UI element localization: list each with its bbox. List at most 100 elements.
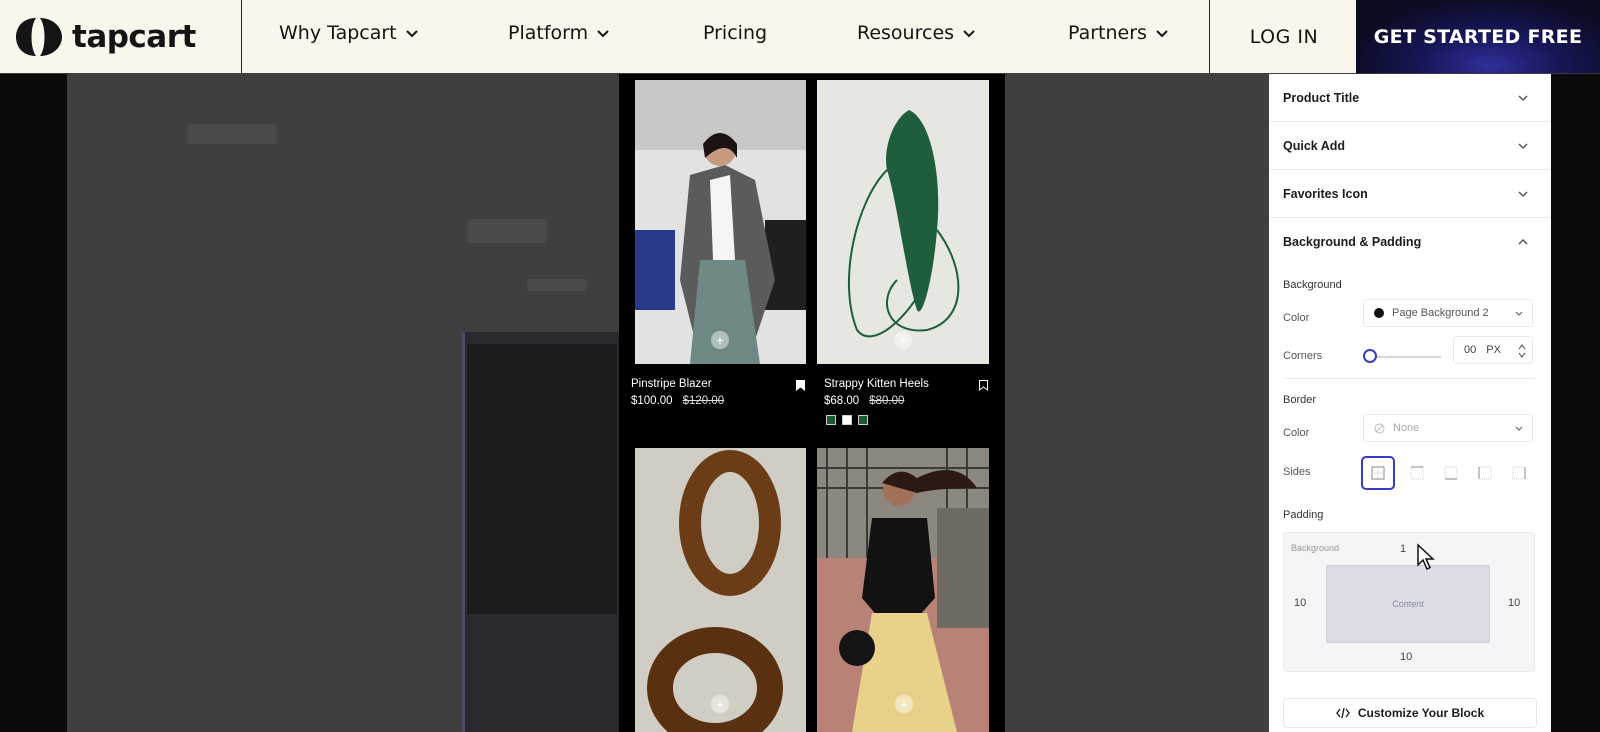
accordion-label: Background & Padding — [1283, 235, 1422, 249]
stepper-icon[interactable] — [1518, 343, 1526, 359]
bookmark-filled-icon[interactable] — [796, 380, 805, 391]
border-left-icon — [1478, 466, 1492, 480]
original-price: $80.00 — [869, 395, 905, 407]
chevron-down-icon — [1515, 311, 1523, 316]
product-image-blazer[interactable]: + — [635, 80, 806, 364]
nav-partners[interactable]: Partners — [1068, 22, 1169, 44]
corners-slider-handle[interactable] — [1363, 349, 1377, 363]
tapcart-logo-icon — [16, 17, 62, 56]
border-right-button[interactable] — [1504, 458, 1534, 488]
login-link[interactable]: LOG IN — [1211, 0, 1357, 73]
padding-content-area: Content — [1326, 565, 1490, 643]
border-color-label: Color — [1283, 427, 1310, 439]
accordion-label: Product Title — [1283, 90, 1360, 105]
border-heading: Border — [1283, 394, 1317, 406]
nav-resources-label: Resources — [857, 22, 955, 44]
border-all-sides-button[interactable] — [1361, 456, 1395, 490]
blurred-element — [527, 279, 587, 291]
chevron-down-icon — [1515, 426, 1523, 431]
nav-partners-label: Partners — [1068, 22, 1147, 44]
nav-why-tapcart[interactable]: Why Tapcart — [279, 22, 419, 44]
padding-heading: Padding — [1283, 509, 1324, 521]
padding-content-label: Content — [1392, 599, 1424, 609]
dimmed-editor-area-right — [1005, 74, 1269, 732]
corners-slider-track[interactable] — [1369, 356, 1441, 358]
border-left-button[interactable] — [1470, 458, 1500, 488]
mouse-cursor-icon — [1417, 543, 1435, 571]
main-menu: Why Tapcart Platform Pricing Resources P… — [242, 0, 1210, 73]
color-swatch-green[interactable] — [858, 415, 868, 425]
product-image-earrings[interactable]: + — [635, 448, 806, 732]
blurred-element — [467, 219, 547, 243]
product-name[interactable]: Strappy Kitten Heels — [824, 378, 929, 390]
none-icon — [1374, 423, 1385, 433]
customize-block-label: Customize Your Block — [1357, 706, 1485, 720]
padding-bottom-input[interactable]: 10 — [1400, 651, 1412, 663]
code-icon — [1336, 708, 1350, 718]
quick-add-icon[interactable]: + — [894, 331, 912, 349]
divider — [1283, 378, 1535, 379]
border-color-select[interactable]: None — [1363, 414, 1533, 442]
quick-add-icon[interactable]: + — [711, 331, 729, 349]
original-price: $120.00 — [682, 395, 725, 407]
quick-add-icon[interactable]: + — [895, 695, 913, 713]
border-sides-label: Sides — [1283, 466, 1311, 478]
border-right-icon — [1512, 466, 1526, 480]
corners-unit: PX — [1486, 344, 1501, 356]
product-image-heels[interactable]: + — [817, 80, 989, 364]
accordion-favorites-icon[interactable]: Favorites Icon — [1269, 170, 1551, 218]
padding-right-input[interactable]: 10 — [1508, 597, 1520, 609]
background-heading: Background — [1283, 279, 1342, 291]
border-top-button[interactable] — [1402, 458, 1432, 488]
current-price: $68.00 — [824, 395, 860, 407]
chevron-down-icon — [963, 30, 975, 38]
accordion-product-title[interactable]: Product Title — [1269, 74, 1551, 122]
color-swatch-green[interactable] — [826, 415, 836, 425]
corners-input[interactable]: 00 PX — [1453, 336, 1533, 364]
border-bottom-icon — [1444, 466, 1458, 480]
nav-why-tapcart-label: Why Tapcart — [279, 22, 397, 44]
dimmed-editor-area — [67, 74, 619, 732]
bookmark-outline-icon[interactable] — [979, 380, 988, 391]
border-bottom-button[interactable] — [1436, 458, 1466, 488]
nav-pricing[interactable]: Pricing — [703, 22, 767, 44]
chevron-down-icon — [405, 30, 418, 38]
current-price: $100.00 — [631, 395, 673, 407]
chevron-down-icon — [1518, 95, 1528, 102]
accordion-background-padding[interactable]: Background & Padding — [1269, 218, 1551, 266]
corners-value: 00 — [1464, 344, 1477, 356]
color-dot-icon — [1374, 308, 1384, 318]
chevron-down-icon — [1156, 30, 1168, 38]
block-settings-panel: Product Title Quick Add Favorites Icon B… — [1269, 74, 1551, 732]
brand-logo[interactable]: tapcart — [0, 0, 242, 73]
border-color-value: None — [1393, 422, 1420, 434]
padding-top-input[interactable]: 1 — [1400, 543, 1406, 555]
nav-platform[interactable]: Platform — [508, 22, 610, 44]
customize-block-button[interactable]: Customize Your Block — [1283, 698, 1537, 728]
chevron-up-icon — [1518, 238, 1528, 245]
border-top-icon — [1410, 466, 1424, 480]
brand-name: tapcart — [72, 18, 196, 55]
get-started-button[interactable]: GET STARTED FREE — [1356, 0, 1600, 73]
padding-box-label: Background — [1291, 543, 1340, 553]
accordion-quick-add[interactable]: Quick Add — [1269, 122, 1551, 170]
accordion-label: Favorites Icon — [1283, 186, 1368, 201]
blazer-photo — [635, 80, 806, 364]
top-navigation: tapcart Why Tapcart Platform Pricing Res… — [0, 0, 1600, 74]
padding-left-input[interactable]: 10 — [1294, 597, 1306, 609]
background-color-select[interactable]: Page Background 2 — [1363, 299, 1533, 327]
quick-add-icon[interactable]: + — [711, 695, 729, 713]
chevron-down-icon — [597, 30, 609, 38]
product-name[interactable]: Pinstripe Blazer — [631, 378, 712, 390]
corners-label: Corners — [1283, 350, 1323, 362]
nav-resources[interactable]: Resources — [857, 22, 976, 44]
border-all-icon — [1371, 466, 1385, 480]
blurred-element — [187, 124, 277, 144]
blurred-element — [467, 344, 617, 614]
product-image-outfit[interactable]: + — [817, 448, 989, 732]
accordion-label: Quick Add — [1283, 138, 1346, 153]
phone-preview: + + Pinstripe Blazer $100.00 $120.00 Stra… — [619, 74, 1005, 732]
color-swatch-white[interactable] — [842, 415, 852, 425]
chevron-down-icon — [1518, 191, 1528, 198]
product-price: $68.00 $80.00 — [824, 395, 904, 407]
